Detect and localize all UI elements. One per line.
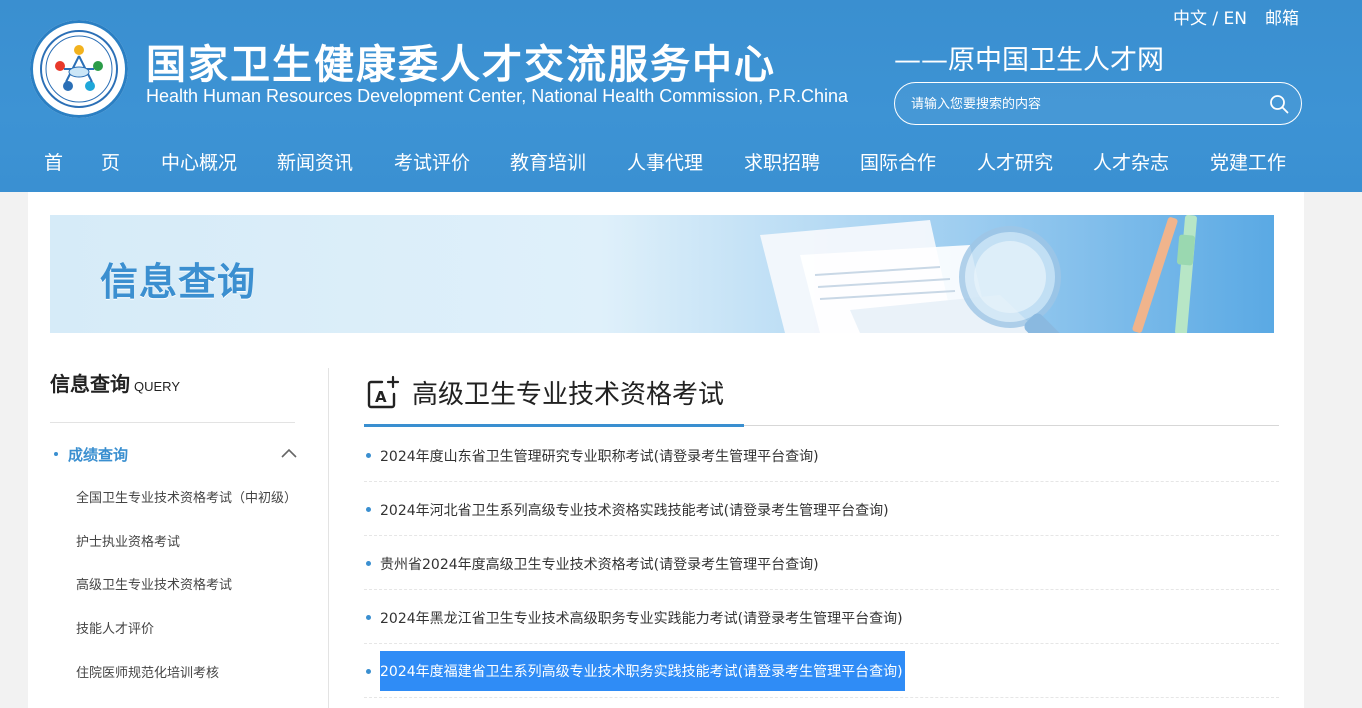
logo-emblem-icon (40, 30, 118, 108)
site-logo[interactable] (30, 20, 128, 118)
page-body: 信息查询 信息查询 QUERY 成绩查询 全国卫生专业技术资格考试（中初级） 护士… (28, 192, 1304, 708)
sidebar-divider (50, 422, 295, 423)
nav-center-overview[interactable]: 中心概况 (161, 148, 237, 175)
search-icon[interactable] (1269, 94, 1289, 114)
sidebar-group-score-query[interactable]: 成绩查询 (54, 442, 298, 466)
list-item: 贵州省2024年度高级卫生专业技术资格考试(请登录考生管理平台查询) (364, 536, 1279, 590)
nav-home[interactable]: 首 页 (44, 148, 120, 175)
list-item-link[interactable]: 贵州省2024年度高级卫生专业技术资格考试(请登录考生管理平台查询) (380, 554, 819, 574)
banner-title: 信息查询 (100, 260, 257, 304)
page-title: 高级卫生专业技术资格考试 (412, 380, 725, 410)
bullet-dot (366, 507, 371, 512)
sidebar-title-cn: 信息查询 (50, 372, 130, 396)
list-item: 2024年度山东省卫生管理研究专业职称考试(请登录考生管理平台查询) (364, 428, 1279, 482)
svg-text:A: A (375, 388, 387, 406)
site-header: 国家卫生健康委人才交流服务中心 Health Human Resources D… (0, 0, 1362, 192)
page-banner: 信息查询 (50, 215, 1274, 333)
list-item-link[interactable]: 2024年河北省卫生系列高级专业技术资格实践技能考试(请登录考生管理平台查询) (380, 500, 889, 520)
sidebar-group-label: 成绩查询 (68, 446, 129, 464)
list-item-link[interactable]: 2024年黑龙江省卫生专业技术高级职务专业实践能力考试(请登录考生管理平台查询) (380, 608, 903, 628)
site-slogan: ——原中国卫生人才网 (894, 45, 1164, 76)
sidebar-title-en: QUERY (134, 379, 180, 394)
nav-exam-evaluation[interactable]: 考试评价 (394, 148, 470, 175)
list-item: 2024年黑龙江省卫生专业技术高级职务专业实践能力考试(请登录考生管理平台查询) (364, 590, 1279, 644)
search-box (894, 82, 1302, 125)
bullet-dot (54, 452, 58, 456)
nav-talent-magazine[interactable]: 人才杂志 (1093, 148, 1169, 175)
list-item-link-selected[interactable]: 2024年度福建省卫生系列高级专业技术职务实践技能考试(请登录考生管理平台查询) (380, 651, 905, 691)
bullet-dot (366, 561, 371, 566)
main-nav: 首 页 中心概况 新闻资讯 考试评价 教育培训 人事代理 求职招聘 国际合作 人… (0, 140, 1362, 184)
column-divider (328, 368, 329, 708)
nav-talent-research[interactable]: 人才研究 (977, 148, 1053, 175)
nav-international[interactable]: 国际合作 (860, 148, 936, 175)
nav-job-recruitment[interactable]: 求职招聘 (744, 148, 820, 175)
sidebar-item-national-exam[interactable]: 全国卫生专业技术资格考试（中初级） (76, 487, 297, 506)
bullet-dot (366, 453, 371, 458)
list-item: 2024年河北省卫生系列高级专业技术资格实践技能考试(请登录考生管理平台查询) (364, 482, 1279, 536)
nav-party-building[interactable]: 党建工作 (1210, 148, 1286, 175)
sidebar-item-residency-training[interactable]: 住院医师规范化培训考核 (76, 662, 219, 681)
nav-news[interactable]: 新闻资讯 (277, 148, 353, 175)
chevron-up-icon[interactable] (280, 446, 298, 460)
title-underline (364, 424, 744, 427)
sidebar-item-senior-exam[interactable]: 高级卫生专业技术资格考试 (76, 574, 232, 593)
search-input[interactable] (911, 91, 1261, 117)
main-header: A 高级卫生专业技术资格考试 (364, 368, 1279, 427)
site-title-en: Health Human Resources Development Cente… (146, 86, 848, 106)
site-title-cn: 国家卫生健康委人才交流服务中心 (146, 42, 776, 88)
mail-link[interactable]: 邮箱 (1265, 9, 1299, 29)
language-switch[interactable]: 中文 / EN (1173, 9, 1247, 29)
list-item-selected: 2024年度福建省卫生系列高级专业技术职务实践技能考试(请登录考生管理平台查询) (364, 644, 1279, 698)
sidebar-item-nurse-exam[interactable]: 护士执业资格考试 (76, 531, 180, 550)
bullet-dot (366, 669, 371, 674)
nav-education-training[interactable]: 教育培训 (510, 148, 586, 175)
nav-personnel-agency[interactable]: 人事代理 (627, 148, 703, 175)
sidebar-item-skill-evaluation[interactable]: 技能人才评价 (76, 618, 154, 637)
top-links: 中文 / EN 邮箱 (1173, 4, 1299, 29)
edit-document-icon: A (367, 375, 400, 409)
bullet-dot (366, 615, 371, 620)
sidebar-title: 信息查询 QUERY (50, 368, 180, 397)
banner-illustration-icon (760, 215, 1197, 333)
list-item-link[interactable]: 2024年度山东省卫生管理研究专业职称考试(请登录考生管理平台查询) (380, 446, 819, 466)
